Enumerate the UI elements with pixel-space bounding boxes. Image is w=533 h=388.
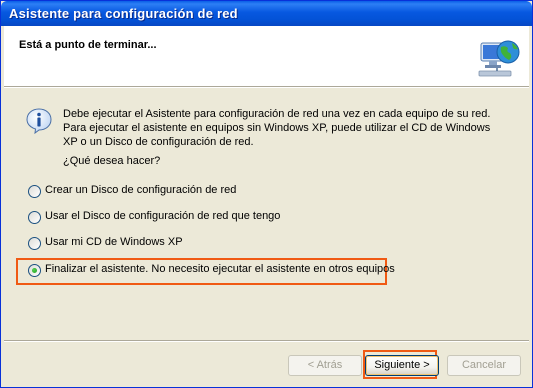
info-text-line: Para ejecutar el asistente en equipos si… bbox=[63, 122, 491, 134]
option-label: Finalizar el asistente. No necesito ejec… bbox=[45, 263, 395, 275]
wizard-window: Asistente para configuración de red Está… bbox=[0, 0, 533, 388]
radio-dot-icon bbox=[32, 268, 37, 273]
radio-button-selected[interactable] bbox=[28, 264, 41, 277]
back-button[interactable]: < Atrás bbox=[288, 355, 362, 376]
header-title: Está a punto de terminar... bbox=[19, 39, 157, 51]
network-globe-icon bbox=[478, 40, 520, 77]
title-bar[interactable]: Asistente para configuración de red bbox=[1, 1, 532, 26]
wizard-content: Debe ejecutar el Asistente para configur… bbox=[4, 88, 529, 340]
next-button[interactable]: Siguiente > bbox=[365, 355, 439, 376]
info-icon bbox=[26, 108, 52, 134]
cancel-button[interactable]: Cancelar bbox=[447, 355, 521, 376]
footer-divider bbox=[4, 340, 529, 342]
radio-button[interactable] bbox=[28, 211, 41, 224]
radio-button[interactable] bbox=[28, 185, 41, 198]
info-text-line: XP o un Disco de configuración de red. bbox=[63, 136, 254, 148]
question-text: ¿Qué desea hacer? bbox=[63, 155, 161, 167]
option-label: Usar el Disco de configuración de red qu… bbox=[45, 210, 281, 222]
wizard-header: Está a punto de terminar... bbox=[4, 26, 529, 86]
info-text-line: Debe ejecutar el Asistente para configur… bbox=[63, 108, 491, 120]
radio-button[interactable] bbox=[28, 237, 41, 250]
option-label: Usar mi CD de Windows XP bbox=[45, 236, 183, 248]
window-title: Asistente para configuración de red bbox=[9, 6, 238, 21]
option-label: Crear un Disco de configuración de red bbox=[45, 184, 237, 196]
